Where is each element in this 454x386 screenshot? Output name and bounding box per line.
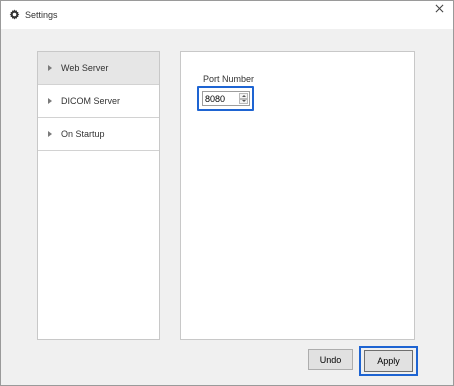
arrow-right-icon xyxy=(48,65,52,71)
stepper-buttons xyxy=(239,93,248,104)
settings-content-panel: Port Number xyxy=(180,51,415,340)
close-icon xyxy=(435,4,444,15)
settings-sidebar: Web Server DICOM Server On Startup xyxy=(37,51,160,340)
window-title: Settings xyxy=(25,10,58,20)
undo-button[interactable]: Undo xyxy=(308,349,353,370)
sidebar-item-web-server[interactable]: Web Server xyxy=(38,52,159,85)
port-number-input[interactable] xyxy=(203,92,241,105)
port-number-label: Port Number xyxy=(203,74,255,84)
title-bar: Settings xyxy=(1,1,453,29)
sidebar-item-label: DICOM Server xyxy=(61,96,121,106)
close-button[interactable] xyxy=(428,2,451,16)
chevron-down-icon xyxy=(241,100,246,103)
sidebar-item-dicom-server[interactable]: DICOM Server xyxy=(38,85,159,118)
sidebar-item-label: Web Server xyxy=(61,63,109,73)
port-number-focus-highlight xyxy=(197,86,254,111)
arrow-right-icon xyxy=(48,98,52,104)
arrow-right-icon xyxy=(48,131,52,137)
apply-focus-highlight: Apply xyxy=(359,346,418,376)
sidebar-item-on-startup[interactable]: On Startup xyxy=(38,118,159,151)
apply-button[interactable]: Apply xyxy=(364,350,413,372)
port-number-stepper xyxy=(202,91,250,106)
sidebar-item-label: On Startup xyxy=(61,129,105,139)
chevron-up-icon xyxy=(241,94,246,97)
gear-icon xyxy=(9,9,20,20)
stepper-decrement-button[interactable] xyxy=(239,98,248,104)
settings-window: Settings Web Server DICOM Server On Star… xyxy=(0,0,454,386)
